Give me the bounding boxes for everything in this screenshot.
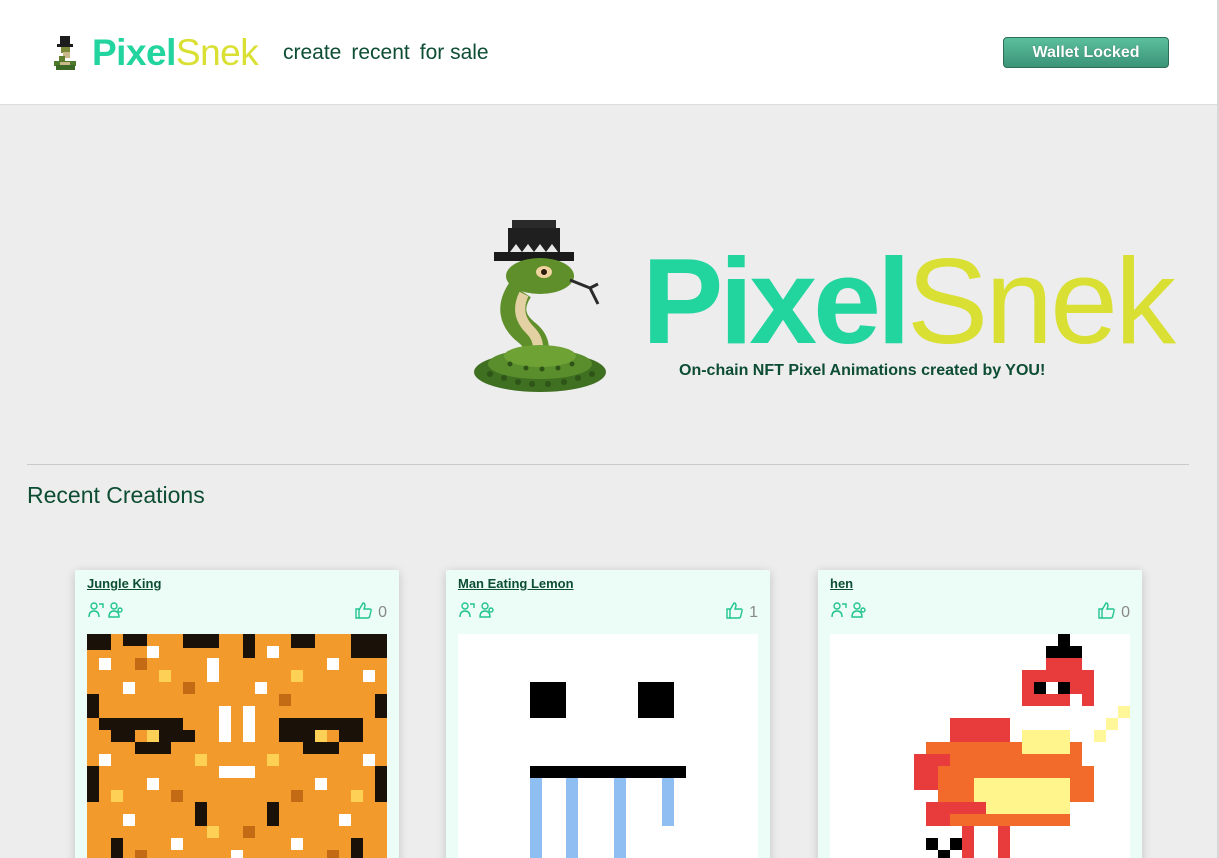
brand-logo-text[interactable]: PixelSnek [92, 31, 259, 75]
people-icon[interactable] [478, 601, 496, 624]
man-eating-lemon-artwork[interactable] [458, 634, 758, 858]
transfer-icon[interactable] [830, 601, 848, 624]
recent-creations-heading: Recent Creations [27, 482, 205, 508]
card-actions [830, 601, 868, 624]
like-counter[interactable]: 0 [354, 601, 387, 625]
like-counter[interactable]: 1 [725, 601, 758, 625]
like-count: 1 [749, 604, 758, 621]
hero-title: PixelSnek [642, 233, 1176, 369]
like-counter[interactable]: 0 [1097, 601, 1130, 625]
thumbs-up-icon[interactable] [354, 601, 373, 625]
creation-card[interactable]: Man Eating Lemon 1 [446, 570, 770, 858]
card-actions [87, 601, 125, 624]
jungle-king-artwork[interactable] [87, 634, 387, 858]
transfer-icon[interactable] [458, 601, 476, 624]
hero-title-snek: Snek [906, 233, 1176, 369]
main-nav: create recent for sale [283, 40, 489, 66]
card-title-link[interactable]: hen [830, 576, 853, 591]
snake-logo-icon[interactable] [50, 34, 80, 72]
nav-recent[interactable]: recent [351, 40, 409, 66]
nav-for-sale[interactable]: for sale [420, 40, 489, 66]
thumbs-up-icon[interactable] [1097, 601, 1116, 625]
like-count: 0 [378, 604, 387, 621]
people-icon[interactable] [107, 601, 125, 624]
like-count: 0 [1121, 604, 1130, 621]
hero-title-pixel: Pixel [642, 233, 911, 369]
creation-card[interactable]: Jungle King 0 [75, 570, 399, 858]
snake-mascot-icon [460, 214, 618, 398]
card-actions [458, 601, 496, 624]
hero-tagline: On-chain NFT Pixel Animations created by… [679, 362, 1046, 379]
thumbs-up-icon[interactable] [725, 601, 744, 625]
nav-create[interactable]: create [283, 40, 341, 66]
brand-pixel: Pixel [92, 32, 176, 73]
top-bar: PixelSnek create recent for sale Wallet … [0, 0, 1217, 105]
card-title-link[interactable]: Jungle King [87, 576, 161, 591]
hen-artwork[interactable] [830, 634, 1130, 858]
people-icon[interactable] [850, 601, 868, 624]
section-divider [27, 464, 1189, 465]
transfer-icon[interactable] [87, 601, 105, 624]
wallet-locked-button[interactable]: Wallet Locked [1003, 37, 1169, 68]
creation-card[interactable]: hen 0 [818, 570, 1142, 858]
brand-snek: Snek [175, 32, 259, 73]
card-title-link[interactable]: Man Eating Lemon [458, 576, 574, 591]
